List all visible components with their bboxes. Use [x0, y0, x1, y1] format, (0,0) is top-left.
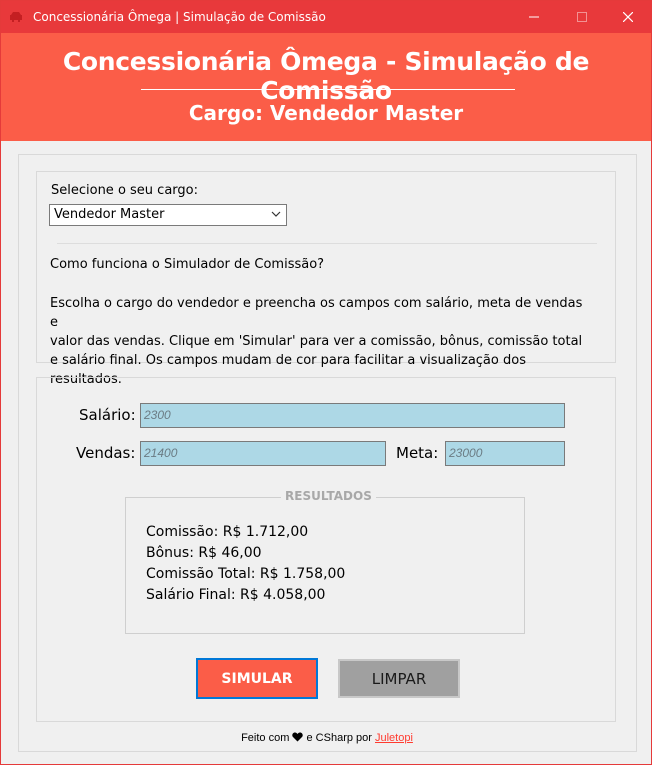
vendas-input[interactable]: 21400 — [140, 441, 386, 466]
salario-final-result: Salário Final: R$ 4.058,00 — [146, 587, 326, 603]
app-icon — [10, 12, 22, 22]
comissao-result: Comissão: R$ 1.712,00 — [146, 524, 309, 540]
chevron-down-icon — [271, 211, 281, 217]
footer-prefix: Feito com — [241, 732, 290, 744]
results-legend: RESULTADOS — [281, 489, 376, 503]
window-title: Concessionária Ômega | Simulação de Comi… — [33, 10, 326, 24]
page-title: Concessionária Ômega - Simulação de Comi… — [62, 47, 590, 105]
close-icon — [623, 12, 633, 22]
footer-suffix: e CSharp por — [306, 732, 372, 744]
cargo-select-value: Vendedor Master — [54, 207, 165, 222]
minimize-button[interactable] — [511, 1, 557, 33]
limpar-button[interactable]: LIMPAR — [338, 659, 460, 698]
simular-button[interactable]: SIMULAR — [196, 658, 318, 699]
vendas-label: Vendas: — [76, 444, 136, 462]
maximize-button[interactable] — [559, 1, 605, 33]
maximize-icon — [577, 12, 587, 22]
bonus-result: Bônus: R$ 46,00 — [146, 545, 262, 561]
author-link[interactable]: Juletopi — [375, 732, 413, 744]
info-divider — [57, 243, 597, 244]
how-it-works-title: Como funciona o Simulador de Comissão? — [50, 257, 325, 272]
heart-icon — [292, 732, 304, 742]
minimize-icon — [529, 16, 539, 18]
header-banner: Concessionária Ômega - Simulação de Comi… — [1, 33, 651, 141]
cargo-select[interactable]: Vendedor Master — [49, 204, 287, 226]
app-window: Concessionária Ômega | Simulação de Comi… — [0, 0, 652, 765]
cargo-label: Selecione o seu cargo: — [51, 183, 198, 198]
how-it-works-line: Escolha o cargo do vendedor e preencha o… — [50, 296, 583, 330]
salario-label: Salário: — [79, 406, 136, 424]
cargo-title: Cargo: Vendedor Master — [188, 101, 464, 125]
meta-label: Meta: — [396, 444, 439, 462]
comissao-total-result: Comissão Total: R$ 1.758,00 — [146, 566, 346, 582]
close-button[interactable] — [605, 1, 651, 33]
title-bar[interactable]: Concessionária Ômega | Simulação de Comi… — [1, 1, 651, 33]
salario-input[interactable]: 2300 — [140, 403, 565, 428]
meta-input[interactable]: 23000 — [445, 441, 565, 466]
how-it-works-text: Escolha o cargo do vendedor e preencha o… — [50, 294, 590, 389]
footer: Feito com e CSharp por Juletopi — [1, 732, 652, 744]
how-it-works-line: valor das vendas. Clique em 'Simular' pa… — [50, 334, 583, 349]
header-divider — [141, 89, 515, 90]
